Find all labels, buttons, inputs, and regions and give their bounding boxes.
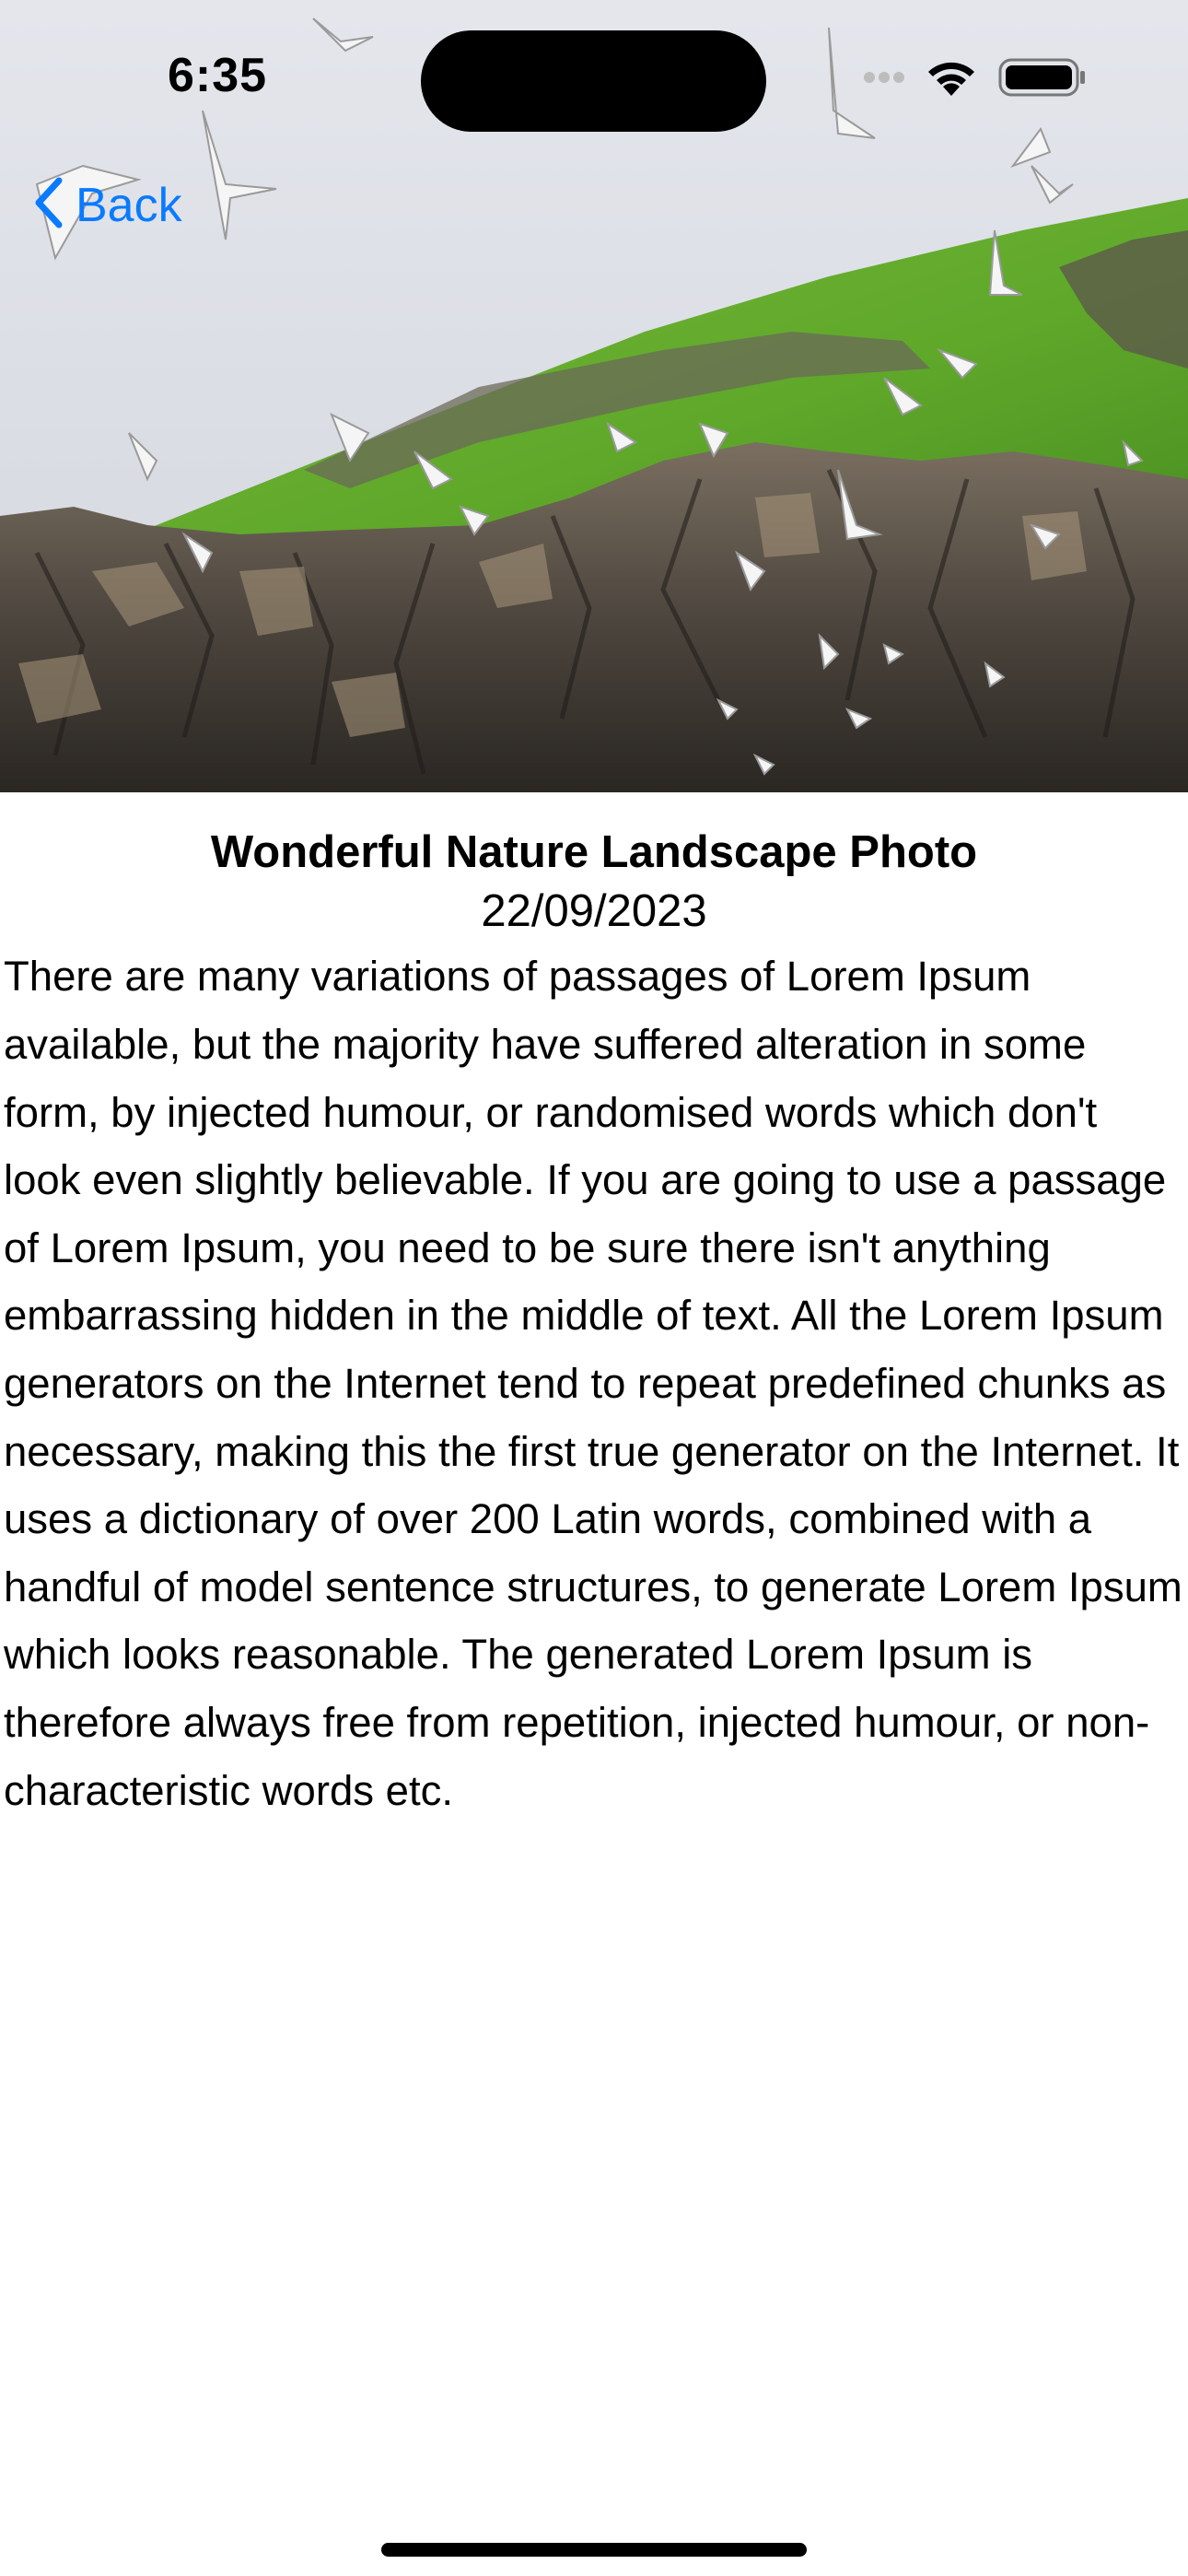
dynamic-island [421,30,766,132]
article-content: Wonderful Nature Landscape Photo 22/09/2… [0,792,1188,1824]
status-icons [864,57,1087,102]
article-title: Wonderful Nature Landscape Photo [210,827,978,877]
status-time: 6:35 [168,49,268,102]
status-bar: 6:35 [0,0,1188,157]
battery-icon [998,57,1087,102]
article-body: There are many variations of passages of… [4,953,1182,1814]
wifi-icon [925,57,978,102]
article-date: 22/09/2023 [481,885,707,936]
chevron-left-icon [33,177,63,233]
cellular-dots-icon [864,71,904,88]
back-button[interactable]: Back [33,177,182,233]
back-button-label: Back [76,178,182,232]
home-indicator[interactable] [381,2543,807,2557]
